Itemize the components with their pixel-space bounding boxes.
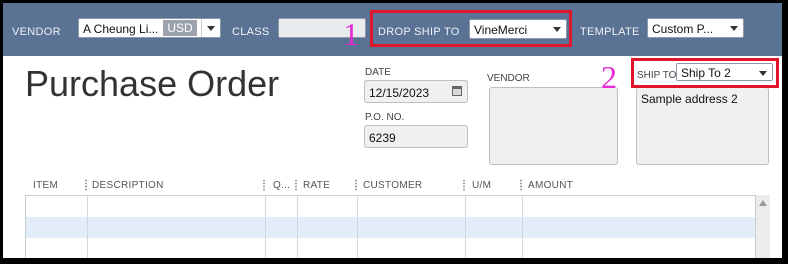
po-number-field[interactable]: 6239	[364, 125, 468, 148]
vendor-address-box[interactable]	[489, 87, 618, 165]
column-divider[interactable]	[263, 179, 265, 191]
calendar-icon[interactable]	[452, 86, 462, 96]
ship-to-dropdown[interactable]: Ship To 2	[676, 63, 773, 81]
column-header-rate[interactable]: RATE	[303, 180, 330, 191]
drop-ship-label: DROP SHIP TO	[378, 26, 460, 38]
table-row[interactable]	[26, 238, 756, 258]
class-label: CLASS	[232, 26, 270, 38]
table-row[interactable]	[26, 196, 756, 217]
template-dropdown[interactable]: Custom P...	[647, 18, 744, 38]
po-number-value: 6239	[369, 131, 396, 145]
vendor-label: VENDOR	[12, 26, 61, 38]
ship-to-address-box[interactable]: Sample address 2	[636, 87, 769, 165]
callout-number-1: 1	[343, 16, 359, 52]
vendor-value: A Cheung Li...	[83, 22, 159, 36]
page-title: Purchase Order	[25, 63, 280, 104]
column-gridline	[522, 196, 523, 258]
column-header-item[interactable]: ITEM	[33, 180, 58, 191]
vertical-scrollbar[interactable]	[755, 195, 770, 258]
header-toolbar: VENDOR A Cheung Li... USD CLASS DROP SHI…	[3, 3, 782, 56]
ship-to-label: SHIP TO	[637, 70, 677, 81]
table-header: ITEM DESCRIPTION Q... RATE CUSTOMER U/M …	[25, 177, 782, 193]
chevron-down-icon[interactable]	[548, 20, 566, 38]
template-value: Custom P...	[652, 22, 714, 36]
purchase-order-window: VENDOR A Cheung Li... USD CLASS DROP SHI…	[3, 3, 782, 258]
scroll-up-icon[interactable]	[759, 200, 767, 206]
column-header-amount[interactable]: AMOUNT	[528, 180, 573, 191]
column-header-description[interactable]: DESCRIPTION	[92, 180, 164, 191]
chevron-down-icon[interactable]	[754, 64, 772, 80]
date-field[interactable]: 12/15/2023	[364, 80, 468, 103]
column-divider[interactable]	[355, 179, 357, 191]
table-row[interactable]	[26, 217, 756, 238]
po-number-label: P.O. NO.	[365, 112, 405, 123]
column-divider[interactable]	[85, 179, 87, 191]
chevron-down-icon[interactable]	[725, 19, 743, 37]
line-items-table	[25, 195, 756, 258]
column-divider[interactable]	[295, 179, 297, 191]
date-label: DATE	[365, 67, 391, 78]
currency-badge: USD	[163, 20, 197, 36]
template-label: TEMPLATE	[580, 26, 640, 38]
chevron-down-icon[interactable]	[201, 19, 220, 37]
date-value: 12/15/2023	[369, 86, 430, 100]
ship-to-address-text: Sample address 2	[641, 92, 738, 106]
column-header-um[interactable]: U/M	[472, 180, 491, 191]
drop-ship-dropdown[interactable]: VineMerci	[469, 19, 567, 39]
column-gridline	[357, 196, 358, 258]
column-header-customer[interactable]: CUSTOMER	[363, 180, 422, 191]
column-gridline	[265, 196, 266, 258]
column-divider[interactable]	[463, 179, 465, 191]
ship-to-value: Ship To 2	[681, 66, 731, 80]
vendor-dropdown[interactable]: A Cheung Li... USD	[78, 18, 221, 38]
drop-ship-value: VineMerci	[474, 23, 528, 37]
column-gridline	[465, 196, 466, 258]
vendor-address-label: VENDOR	[487, 73, 530, 84]
column-gridline	[87, 196, 88, 258]
column-gridline	[297, 196, 298, 258]
callout-number-2: 2	[601, 59, 617, 95]
column-header-quantity[interactable]: Q...	[273, 180, 290, 191]
column-divider[interactable]	[520, 179, 522, 191]
